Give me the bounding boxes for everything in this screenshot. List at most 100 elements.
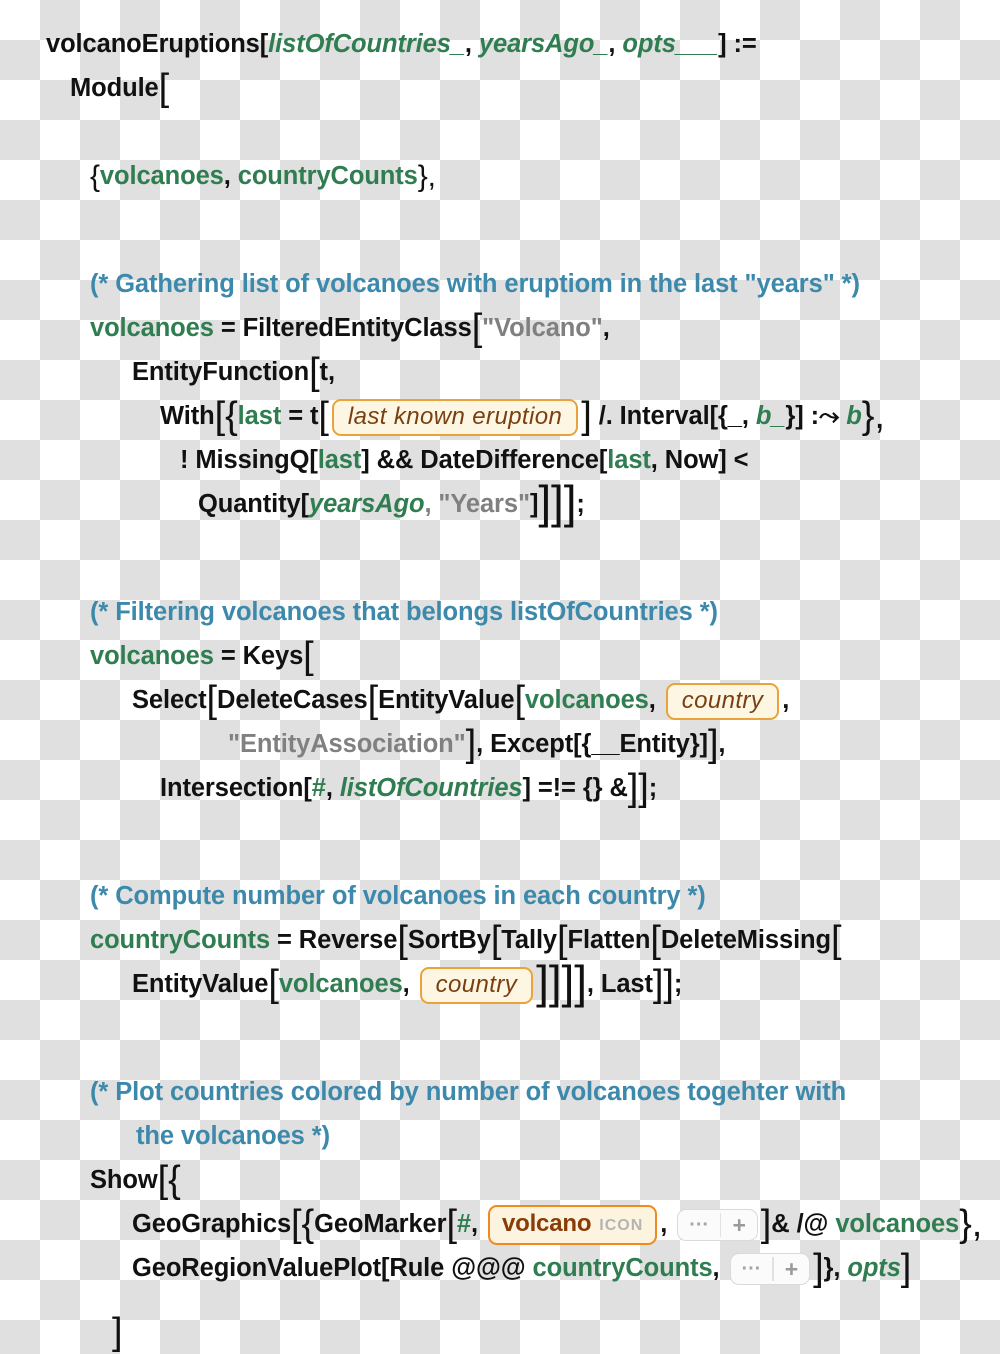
code-line-with: With[{last = t[last known eruption] /. I… (0, 394, 1000, 438)
reverse-head: Reverse (298, 926, 398, 954)
last-arg: , Last (586, 970, 653, 998)
bracket-close: ] (465, 723, 477, 765)
comment-text: (* Compute number of volcanoes in each c… (90, 882, 706, 910)
plus-icon[interactable]: + (721, 1210, 756, 1240)
entity-icon-name: volcano (501, 1210, 592, 1238)
entity-property-box-country[interactable]: country (665, 682, 780, 720)
bracket-close-group: ]] (627, 767, 649, 809)
comment-text: (* Plot countries colored by number of v… (90, 1078, 847, 1106)
comma: , (718, 730, 726, 758)
comma: , (648, 686, 663, 714)
comma: , (602, 314, 610, 342)
comment-text: (* Gathering list of volcanoes with erup… (90, 270, 860, 298)
param-opts: opts (847, 1254, 901, 1282)
bracket-open: [ (309, 351, 320, 393)
string-volcano: "Volcano" (482, 314, 603, 342)
bracket-close-group: ]]]] (536, 956, 587, 1008)
code-cell[interactable]: volcanoEruptions[listOfCountries_, years… (0, 0, 1000, 1354)
bracket-close-group: ]] (652, 963, 674, 1005)
var-last: last (607, 446, 651, 474)
tally-head: Tally (501, 926, 558, 954)
entity-icon-box-volcano[interactable]: volcano ICON (487, 1205, 658, 1246)
code-line-show: Show[{ (0, 1158, 1000, 1202)
var-volcanoes: volcanoes (90, 642, 214, 670)
entityfunction-head: EntityFunction (132, 358, 310, 386)
bracket-open: [ (157, 1159, 169, 1201)
geomarker-head: GeoMarker (314, 1210, 447, 1238)
intersection-head: Intersection[ (160, 774, 312, 802)
comment-text: the volcanoes *) (136, 1122, 330, 1150)
bracket-open: [ (214, 395, 226, 437)
bracket-open: [ (397, 919, 408, 961)
bracket-open: [ (318, 395, 329, 437)
code-line-definition: volcanoEruptions[listOfCountries_, years… (0, 22, 1000, 66)
ellipsis-icon[interactable]: ··· (731, 1254, 773, 1284)
code-comment-gathering: (* Gathering list of volcanoes with erup… (0, 262, 1000, 306)
suggestion-widget[interactable]: ··· + (677, 1209, 758, 1242)
code-line-select-deletecases: Select[DeleteCases[EntityValue[volcanoes… (0, 678, 1000, 722)
comma: , (608, 30, 623, 58)
filteredentityclass-head: FilteredEntityClass (242, 314, 472, 342)
code-line-countrycounts: countryCounts = Reverse[SortBy[Tally[Fla… (0, 918, 1000, 962)
comma: , (660, 1210, 675, 1238)
entityvalue-head: EntityValue (378, 686, 515, 714)
rule-delayed: }] :⤳ (785, 402, 847, 430)
code-line-module-close: ] (0, 1310, 1000, 1354)
entity-icon-tag: ICON (599, 1217, 644, 1235)
semicolon: ; (576, 490, 585, 518)
assign-operator: = (213, 314, 243, 342)
suggestion-widget[interactable]: ··· + (729, 1253, 811, 1286)
code-line-georegionvalueplot: GeoRegionValuePlot[Rule @@@ countryCount… (0, 1246, 1000, 1290)
brace-open: { (168, 1159, 181, 1201)
bracket-open: [ (514, 679, 525, 721)
code-line-intersection: Intersection[#, listOfCountries] =!= {} … (0, 766, 1000, 810)
comma: , (223, 162, 238, 190)
assign-operator: = (213, 642, 243, 670)
code-comment-plot-line2: the volcanoes *) (0, 1114, 1000, 1158)
code-line-module: Module[ (0, 66, 1000, 110)
deletecases-head: DeleteCases (217, 686, 368, 714)
code-line-locals: {volcanoes, countryCounts}, (0, 154, 1000, 198)
comma: , (325, 774, 340, 802)
comma: , (471, 1210, 485, 1238)
georegionvalueplot-head: GeoRegionValuePlot[Rule @@@ (132, 1254, 533, 1282)
module-keyword: Module (70, 74, 159, 102)
bracket-open: [ (158, 67, 170, 109)
assign-operator: = (270, 926, 299, 954)
bracket-close-group: ]]] (538, 476, 577, 528)
string-years: , "Years" (424, 490, 530, 518)
ellipsis-icon[interactable]: ··· (678, 1210, 720, 1240)
bracket-open: [ (490, 919, 502, 961)
comment-text: (* Filtering volcanoes that belongs list… (90, 598, 718, 626)
entity-property-box-country[interactable]: country (419, 966, 534, 1004)
string-entityassociation: "EntityAssociation" (228, 730, 466, 758)
brace-open: { (90, 160, 100, 193)
brace-close: }, (861, 395, 885, 437)
and-datedifference: ] && DateDifference[ (361, 446, 608, 474)
bracket-open: [ (650, 919, 661, 961)
bracket-open: [ (303, 635, 314, 677)
keys-head: Keys (242, 642, 304, 670)
plus-icon[interactable]: + (774, 1254, 809, 1284)
quantity-head: Quantity[ (198, 490, 310, 518)
code-line-missingq: ! MissingQ[last] && DateDifference[last,… (0, 438, 1000, 482)
flatten-head: Flatten (567, 926, 651, 954)
entity-property-box-last-known-eruption[interactable]: last known eruption (331, 398, 579, 436)
comma: , (782, 686, 790, 714)
code-line-entityfunction: EntityFunction[t, (0, 350, 1000, 394)
code-line-entityassociation: "EntityAssociation"], Except[{__Entity}]… (0, 722, 1000, 766)
code-line-geographics: GeoGraphics[{GeoMarker[#, volcano ICON, ·… (0, 1202, 1000, 1246)
var-countrycounts: countryCounts (532, 1254, 713, 1282)
bracket-open: [ (367, 679, 379, 721)
bracket-close: ] (581, 395, 592, 437)
var-volcanoes: volcanoes (90, 314, 214, 342)
deletemissing-head: DeleteMissing (660, 926, 832, 954)
bracket-open: [ (268, 963, 279, 1005)
missingq-head: ! MissingQ[ (180, 446, 318, 474)
code-line-keys: volcanoes = Keys[ (0, 634, 1000, 678)
geographics-head: GeoGraphics (132, 1210, 292, 1238)
param-listofcountries: listOfCountries (339, 774, 523, 802)
